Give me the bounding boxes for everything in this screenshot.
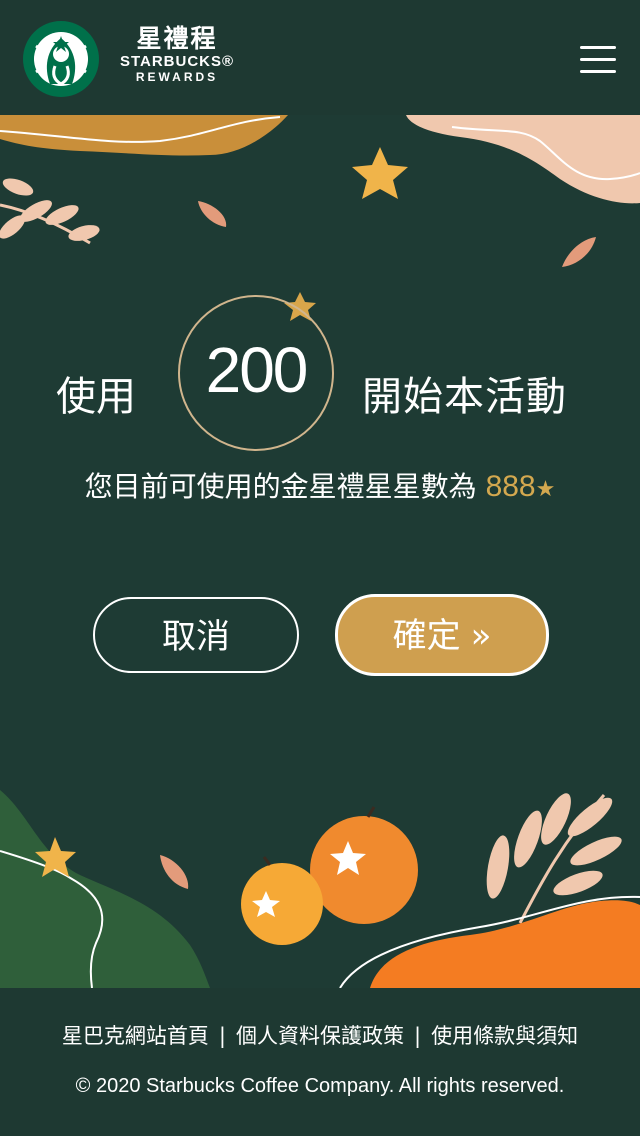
footer-link-home[interactable]: 星巴克網站首頁 xyxy=(62,1024,209,1048)
leaf-icon xyxy=(562,237,596,267)
cancel-button[interactable]: 取消 xyxy=(93,597,299,673)
footer-separator: | xyxy=(218,1024,226,1048)
orange-fruit-icon xyxy=(241,863,323,945)
redeem-statement: 使用 200 開始本活動 xyxy=(0,295,640,455)
starbucks-siren-logo[interactable] xyxy=(22,20,100,98)
footer-separator: | xyxy=(414,1024,422,1048)
required-points-value: 200 xyxy=(205,334,309,406)
star-icon: ★ xyxy=(535,476,556,501)
site-header: 星禮程 STARBUCKS® REWARDS xyxy=(0,0,640,115)
copyright-text: © 2020 Starbucks Coffee Company. All rig… xyxy=(75,1075,565,1097)
redeem-prefix-text: 使用 xyxy=(56,374,136,420)
balance-label: 您目前可使用的金星禮星星數為 xyxy=(84,470,477,503)
hamburger-menu-icon[interactable] xyxy=(580,44,618,76)
orange-fruit-icon xyxy=(310,816,418,924)
site-footer: 星巴克網站首頁 | 個人資料保護政策 | 使用條款與須知 © 2020 Starbuck… xyxy=(0,988,640,1136)
leaf-branch-icon xyxy=(0,178,100,245)
footer-link-terms[interactable]: 使用條款與須知 xyxy=(431,1024,578,1048)
brand-title-chinese: 星禮程 xyxy=(136,24,218,53)
confirm-label: 確定 xyxy=(392,616,461,656)
redeem-suffix-text: 開始本活動 xyxy=(362,374,567,420)
confirm-button[interactable]: 確定» xyxy=(335,594,549,676)
star-balance-line: 您目前可使用的金星禮星星數為 888★ xyxy=(0,467,640,509)
balance-value: 888 xyxy=(485,470,536,503)
footer-links: 星巴克網站首頁 | 個人資料保護政策 | 使用條款與須知 xyxy=(0,1021,640,1051)
brand-subtitle: REWARDS xyxy=(135,70,219,84)
star-icon xyxy=(352,147,408,199)
leaf-icon xyxy=(160,855,189,889)
peach-wave-shape xyxy=(406,115,640,204)
brand-title-english: STARBUCKS® xyxy=(119,53,235,70)
leaf-icon xyxy=(198,201,227,227)
footer-link-privacy[interactable]: 個人資料保護政策 xyxy=(236,1024,404,1048)
double-chevron-right-icon: » xyxy=(470,616,492,656)
main-content: 使用 200 開始本活動 您目前可使用的金星禮星星數為 888★ 取消 確定» xyxy=(0,115,640,988)
green-hill-shape xyxy=(0,790,210,988)
brand-wordmark[interactable]: 星禮程 STARBUCKS® REWARDS xyxy=(112,24,242,84)
decorative-background xyxy=(0,115,640,988)
